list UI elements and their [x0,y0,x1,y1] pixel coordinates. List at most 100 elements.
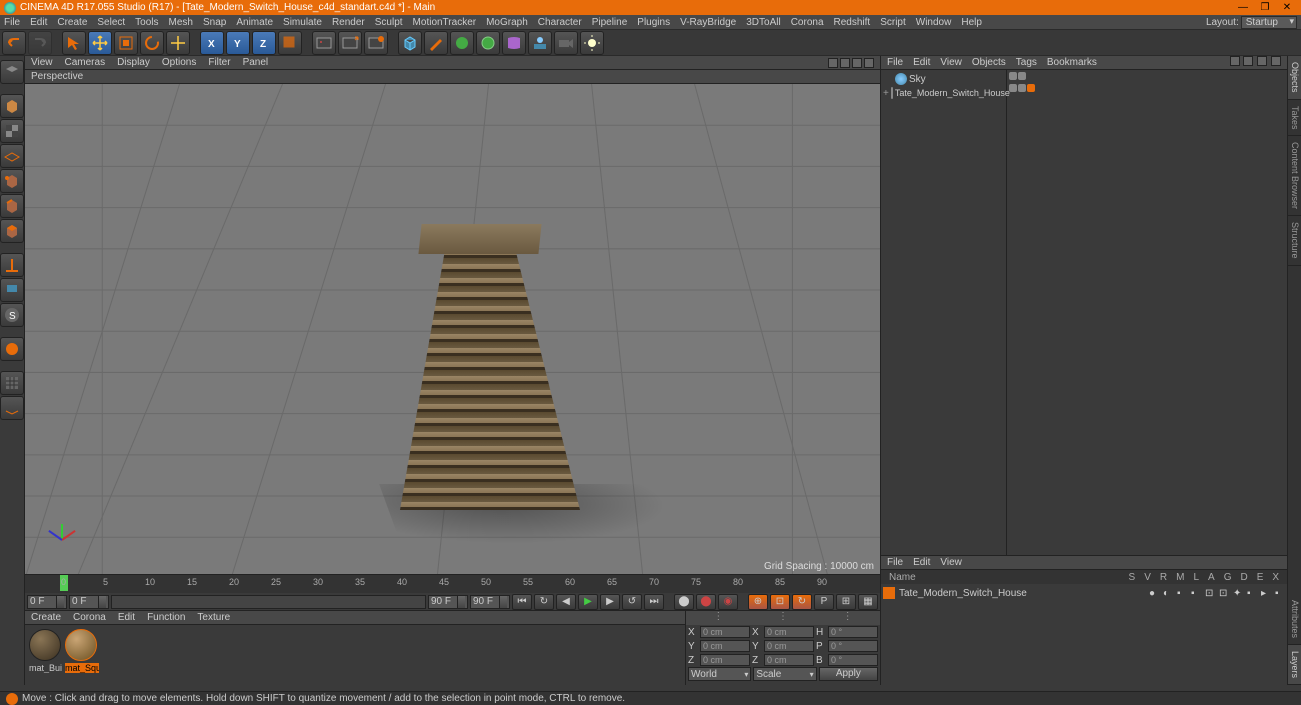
size-y-field[interactable]: 0 cm [764,640,814,652]
model-mode-button[interactable] [0,94,24,118]
material-thumb-2[interactable]: mat_Squ [65,629,99,677]
last-tool-button[interactable] [166,31,190,55]
om-edit[interactable]: Edit [913,57,930,68]
vp-menu-options[interactable]: Options [162,57,196,68]
time-slider[interactable] [111,595,426,609]
flag[interactable]: ▪ [1275,588,1285,599]
axis-x-button[interactable]: X [200,31,224,55]
scale-tool-button[interactable] [114,31,138,55]
mat-menu-create[interactable]: Create [31,612,61,623]
material-thumb-1[interactable]: mat_Bui [29,629,63,677]
attr-edit[interactable]: Edit [913,557,930,568]
om-eye-icon[interactable] [1257,56,1267,66]
menu-animate[interactable]: Animate [236,17,273,28]
timeline-ruler[interactable]: 0 5 10 15 20 25 30 35 40 45 50 55 60 65 … [25,574,880,592]
menu-help[interactable]: Help [961,17,982,28]
vp-menu-display[interactable]: Display [117,57,150,68]
menu-mograph[interactable]: MoGraph [486,17,528,28]
menu-3dtoall[interactable]: 3DToAll [746,17,780,28]
coord-space-select[interactable]: World [688,667,751,681]
snap-button[interactable]: S [0,303,24,327]
flag[interactable]: ▪ [1247,588,1257,599]
record-key-button[interactable]: ⬤ [674,594,694,610]
layer-color-icon[interactable] [883,587,895,599]
mat-menu-texture[interactable]: Texture [197,612,230,623]
om-search-icon[interactable] [1230,56,1240,66]
tree-row-model[interactable]: + Tate_Modern_Switch_House [883,86,1004,100]
tab-content-browser[interactable]: Content Browser [1288,136,1301,216]
flag[interactable]: ⊡ [1205,588,1215,599]
rot-b-field[interactable]: 0 ° [828,654,878,666]
menu-mesh[interactable]: Mesh [169,17,193,28]
key-pla-button[interactable]: ⊞ [836,594,856,610]
rot-h-field[interactable]: 0 ° [828,626,878,638]
render-dot[interactable] [1018,72,1026,80]
render-picture-button[interactable] [338,31,362,55]
size-x-field[interactable]: 0 cm [764,626,814,638]
coord-system-button[interactable] [278,31,302,55]
flag[interactable]: ▸ [1261,588,1271,599]
polygon-mode-button[interactable] [0,219,24,243]
flag[interactable]: ✦ [1233,588,1243,599]
layer-row[interactable]: Tate_Modern_Switch_House ● ◐ ▪ ▪ ⊡ ⊡ ✦ ▪… [883,586,1285,600]
coord-mode-select[interactable]: Scale [753,667,816,681]
menu-plugins[interactable]: Plugins [637,17,670,28]
texture-mode-button[interactable] [0,119,24,143]
vp-menu-filter[interactable]: Filter [208,57,230,68]
viewport-solo-button[interactable] [0,278,24,302]
key-pos-button[interactable]: ⊕ [748,594,768,610]
pos-z-field[interactable]: 0 cm [700,654,750,666]
flag[interactable]: ▪ [1191,588,1201,599]
pos-x-field[interactable]: 0 cm [700,626,750,638]
menu-redshift[interactable]: Redshift [834,17,871,28]
workplane-mode-button[interactable] [0,144,24,168]
tab-objects[interactable]: Objects [1288,56,1301,100]
axis-y-button[interactable]: Y [226,31,250,55]
attr-view[interactable]: View [940,557,962,568]
menu-edit[interactable]: Edit [30,17,47,28]
menu-script[interactable]: Script [880,17,906,28]
vp-menu-panel[interactable]: Panel [243,57,269,68]
range-end-field[interactable]: 90 F [428,595,468,609]
close-button[interactable]: ✕ [1277,1,1297,14]
next-frame-button[interactable]: ▶ [600,594,620,610]
menu-file[interactable]: File [4,17,20,28]
undo-button[interactable] [2,31,26,55]
menu-motiontracker[interactable]: MotionTracker [413,17,477,28]
redo-button[interactable] [28,31,52,55]
key-options-button[interactable]: ▦ [858,594,878,610]
cube-primitive-button[interactable] [398,31,422,55]
menu-tools[interactable]: Tools [135,17,158,28]
axis-z-button[interactable]: Z [252,31,276,55]
keyframe-sel-button[interactable]: ◉ [718,594,738,610]
om-filter-icon[interactable] [1271,56,1281,66]
mat-menu-corona[interactable]: Corona [73,612,106,623]
rot-p-field[interactable]: 0 ° [828,640,878,652]
generator-button[interactable] [476,31,500,55]
make-editable-button[interactable] [0,60,24,84]
menu-simulate[interactable]: Simulate [283,17,322,28]
autokey-button[interactable]: ⬤ [696,594,716,610]
visibility-dot[interactable] [1009,72,1017,80]
subdivision-button[interactable] [450,31,474,55]
menu-create[interactable]: Create [57,17,87,28]
minimize-button[interactable]: — [1233,1,1253,14]
selection-tool-button[interactable] [62,31,86,55]
goto-prev-key-button[interactable]: ↻ [534,594,554,610]
flag[interactable]: ▪ [1177,588,1187,599]
pen-tool-button[interactable] [424,31,448,55]
key-rot-button[interactable]: ↻ [792,594,812,610]
vp-maximize-icon[interactable] [864,58,874,68]
move-tool-button[interactable] [88,31,112,55]
menu-select[interactable]: Select [97,17,125,28]
project-end-field[interactable]: 90 F [470,595,510,609]
render-dot[interactable] [1018,84,1026,92]
coord-apply-button[interactable]: Apply [819,667,878,681]
attr-file[interactable]: File [887,557,903,568]
maximize-button[interactable]: ❐ [1255,1,1275,14]
key-param-button[interactable]: P [814,594,834,610]
vp-pan-icon[interactable] [828,58,838,68]
menu-window[interactable]: Window [916,17,952,28]
soft-select-button[interactable] [0,337,24,361]
prev-frame-button[interactable]: ◀ [556,594,576,610]
